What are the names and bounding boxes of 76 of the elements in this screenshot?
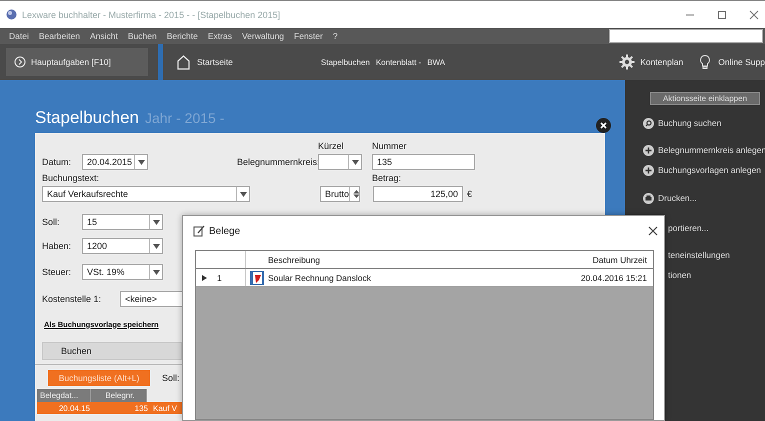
sidebar-link[interactable]: Drucken... (658, 193, 697, 203)
main-tasks-button[interactable]: Hauptaufgaben [F10] (6, 48, 148, 76)
number-range-select[interactable] (318, 154, 362, 170)
search-field[interactable] (609, 29, 763, 43)
app-icon (6, 9, 17, 20)
printer-icon (643, 192, 654, 204)
column-header[interactable]: Belegnr. (91, 389, 147, 402)
close-icon[interactable] (648, 226, 658, 236)
chevron-circle-icon (14, 56, 26, 68)
search-icon (643, 118, 654, 128)
sidebar-link[interactable]: tionen (668, 270, 692, 280)
posting-text-field[interactable]: Kauf Verkaufsrechte (42, 186, 250, 202)
sidebar-link[interactable]: teneinstellungen (668, 250, 730, 260)
field-label: Haben: (42, 241, 72, 251)
menu-item[interactable]: ? (328, 31, 343, 41)
field-label: Steuer: (42, 267, 72, 277)
toolbar-link[interactable]: Kontenplan (640, 57, 684, 67)
home-icon[interactable] (177, 54, 190, 70)
number-field[interactable]: 135 (372, 154, 475, 170)
plus-icon (643, 164, 654, 176)
field-label: Soll: (162, 373, 180, 383)
field-label: Datum: (42, 157, 72, 167)
menu-item[interactable]: Ansicht (84, 31, 123, 41)
currency-label: € (467, 189, 472, 199)
account-select[interactable]: 1200 (82, 238, 163, 254)
book-button[interactable]: Buchen (42, 342, 182, 360)
menu-item[interactable]: Verwaltung (236, 31, 290, 41)
home-link[interactable]: Startseite (197, 57, 233, 67)
field-label: Belegnummernkreis: (237, 157, 318, 167)
date-field[interactable]: 20.04.2015 (82, 154, 148, 170)
maximize-icon[interactable] (717, 10, 727, 20)
panel-title: Stapelbuchen (35, 108, 139, 128)
table-cell-text: 20.04.2016 15:21 (580, 272, 648, 284)
collapse-button[interactable]: Aktionsseite einklappen (650, 92, 760, 105)
column-header[interactable]: Belegdat... (37, 389, 91, 402)
field-label: Soll: (42, 217, 61, 227)
column-header[interactable]: Beschreibung (246, 251, 555, 268)
menu-item[interactable]: Fenster (289, 31, 328, 41)
menu-item[interactable]: Berichte (162, 31, 203, 41)
toolbar-link[interactable]: Online Supp (718, 57, 765, 67)
amount-field[interactable]: 125,00 (373, 186, 463, 202)
dropdown-arrow-icon[interactable] (152, 244, 160, 248)
edit-icon (193, 225, 205, 237)
gross-spinner[interactable]: Brutto (320, 186, 360, 202)
row-number: 1 (217, 272, 222, 282)
panel-subtitle: Jahr - 2015 - (144, 110, 224, 126)
dropdown-arrow-icon[interactable] (240, 192, 246, 196)
dropdown-arrow-icon[interactable] (152, 270, 160, 274)
window-title: Lexware buchhalter - Musterfirma - 2015 - - [Stapelbuchen 2015] (22, 10, 280, 20)
menu-item[interactable]: Buchen (122, 31, 162, 41)
toolbar-link[interactable]: BWA (427, 58, 446, 66)
menu-item[interactable]: Datei (4, 31, 34, 41)
table-cell: Soular Rechnung Danslock (268, 272, 372, 282)
plus-icon (643, 144, 654, 156)
menu-item[interactable]: Extras (202, 31, 237, 41)
dialog-title: Belege (209, 226, 240, 236)
spinner-arrows-icon[interactable] (352, 190, 359, 198)
dropdown-arrow-icon[interactable] (352, 160, 358, 164)
sidebar-link[interactable]: Buchungsvorlagen anlegen (658, 165, 762, 175)
sidebar-link[interactable]: Buchung suchen (658, 118, 722, 128)
field-label: Betrag: (372, 173, 402, 183)
settings-icon[interactable] (619, 54, 636, 70)
field-label: Buchungstext: (42, 173, 100, 183)
account-select[interactable]: 15 (82, 214, 163, 230)
close-icon[interactable] (596, 118, 611, 133)
account-select[interactable]: VSt. 19% (82, 264, 163, 280)
sidebar-link[interactable]: portieren... (668, 223, 709, 233)
menu-item[interactable]: Bearbeiten (34, 31, 85, 41)
field-label: Kürzel (318, 141, 345, 151)
toolbar-link[interactable]: Kontenblatt - (376, 58, 422, 66)
dropdown-arrow-icon[interactable] (138, 160, 144, 164)
field-label: Nummer (372, 141, 407, 151)
toolbar-link[interactable]: Stapelbuchen (320, 58, 370, 66)
column-header[interactable]: Datum Uhrzeit (555, 251, 653, 268)
field-label: Kostenstelle 1: (42, 294, 102, 304)
dropdown-arrow-icon[interactable] (152, 220, 160, 224)
